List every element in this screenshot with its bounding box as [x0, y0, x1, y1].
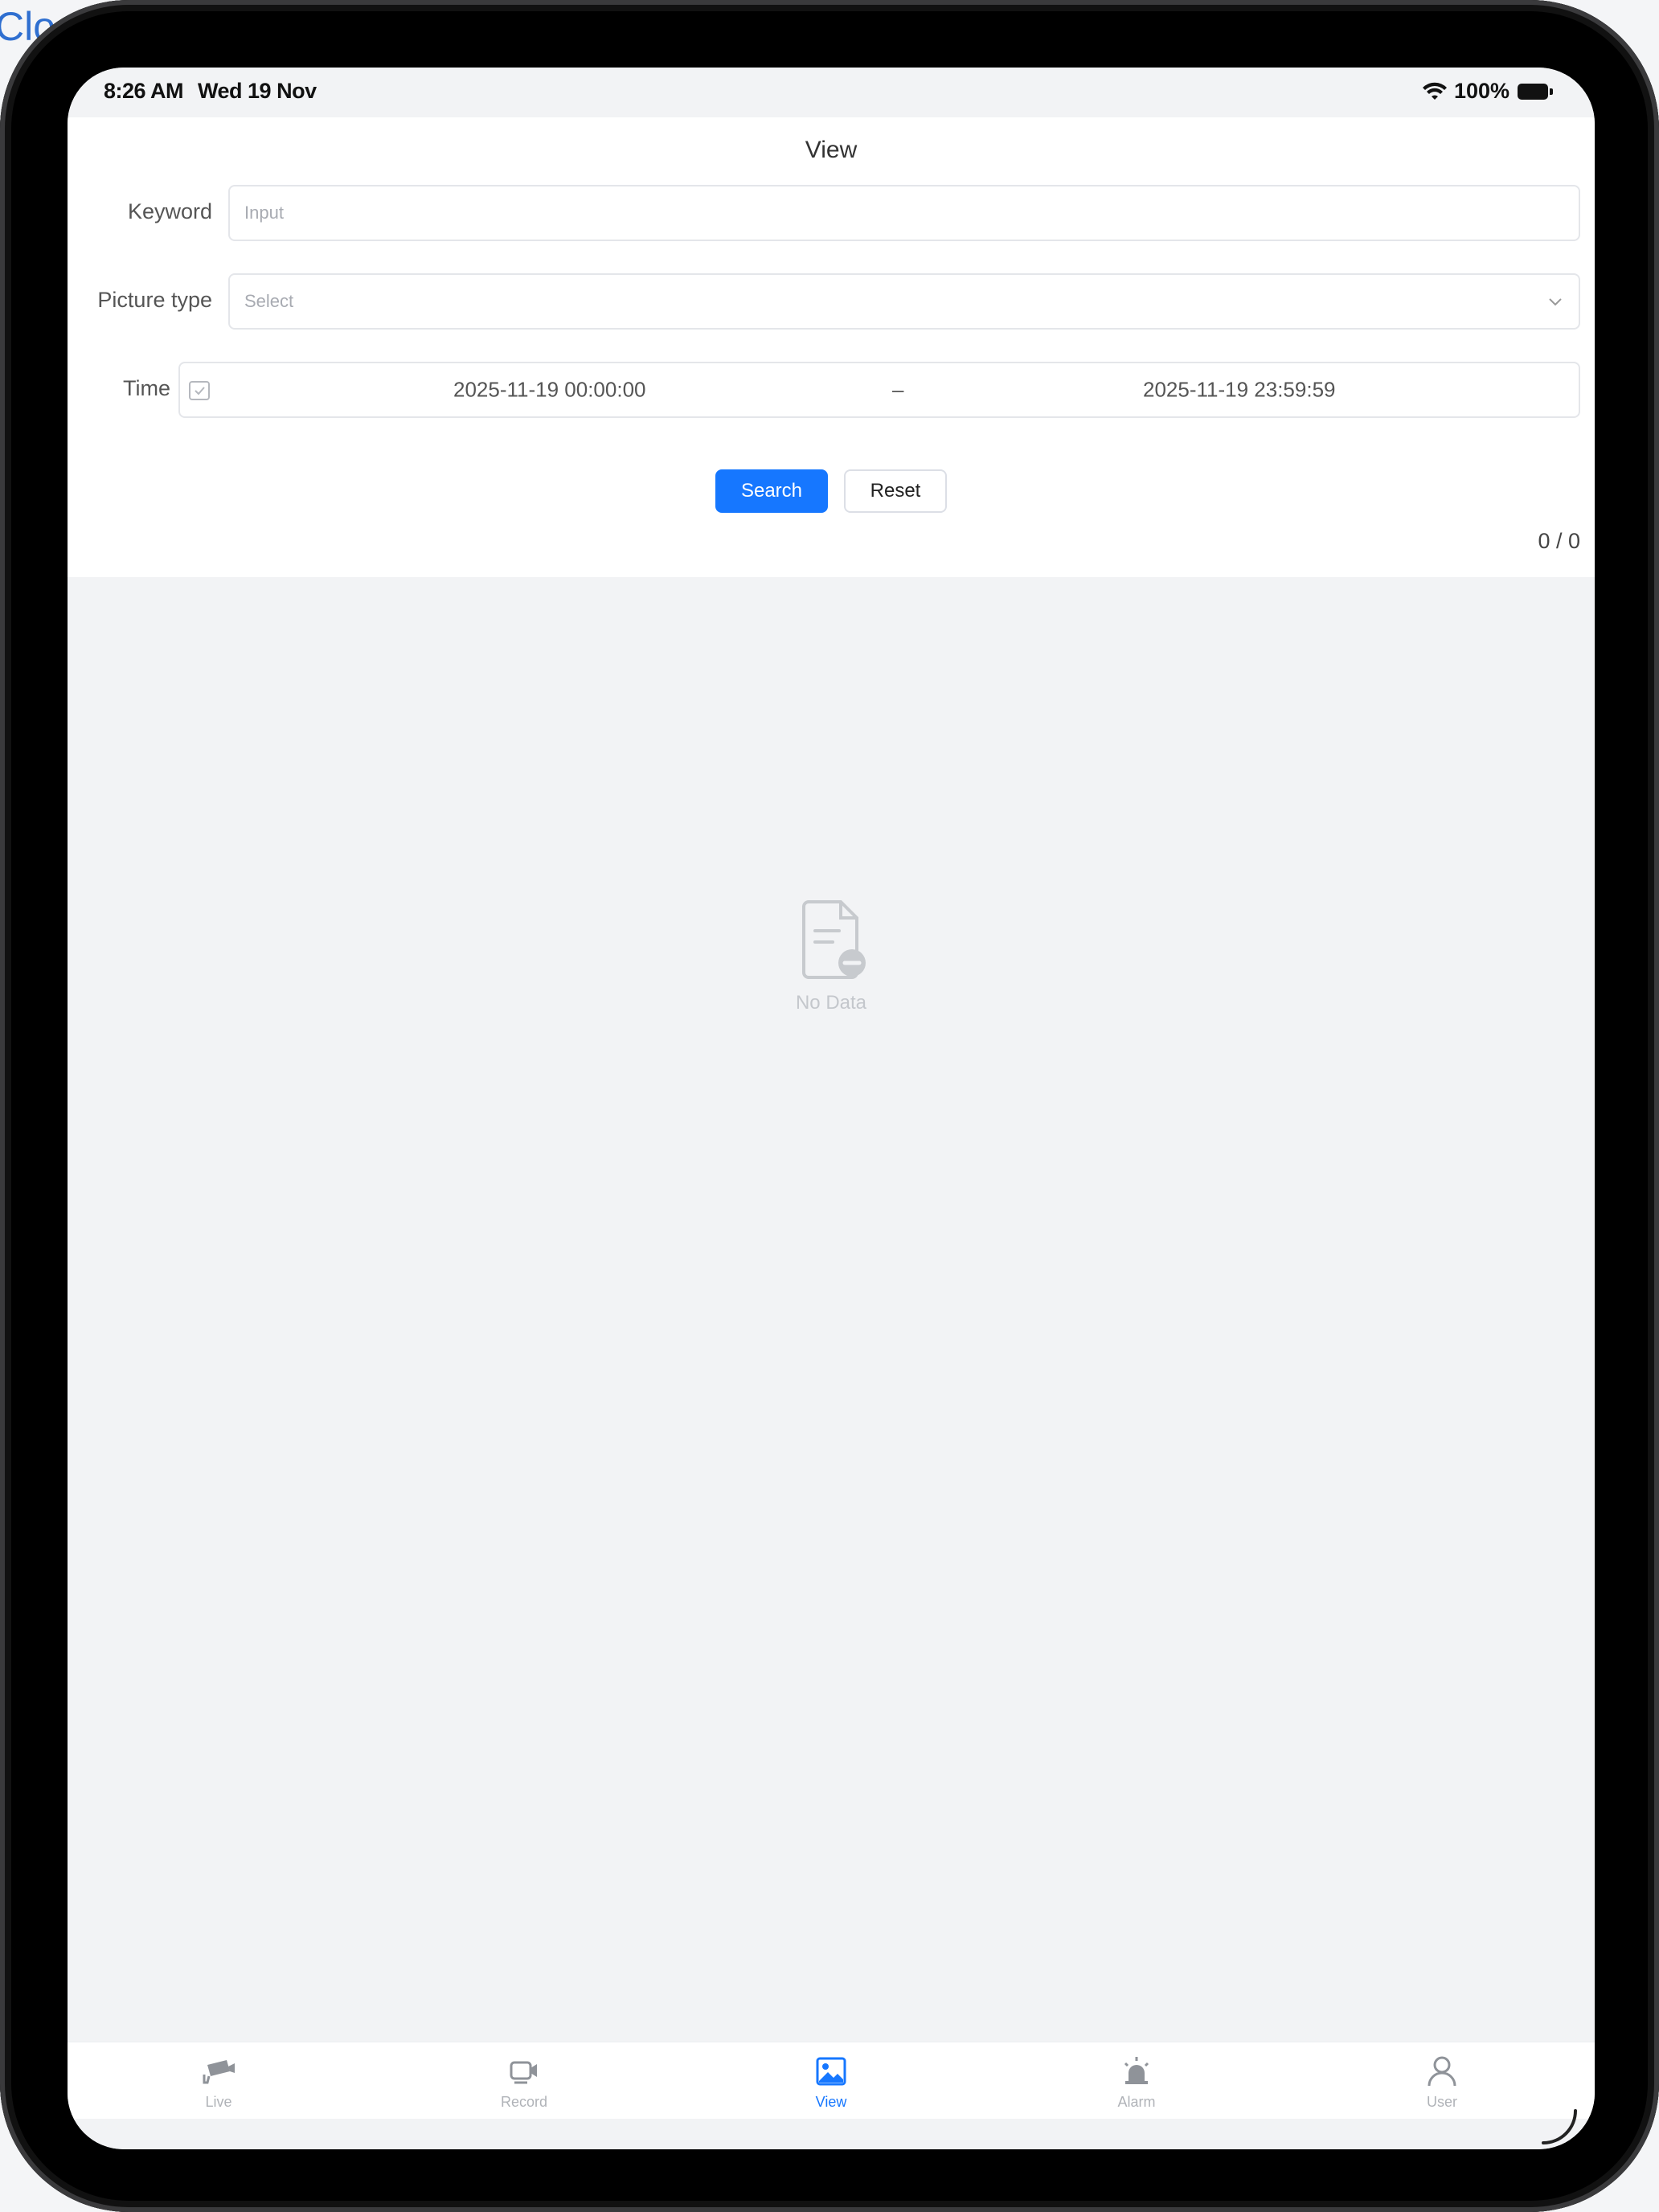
ipad-frame: 8:26 AM Wed 19 Nov 100% View Keyword Inp… — [0, 0, 1659, 2212]
user-icon — [1428, 2056, 1456, 2087]
tab-user-label: User — [1426, 2094, 1457, 2110]
tab-user[interactable]: User — [1362, 2042, 1522, 2120]
empty-state: No Data — [68, 895, 1595, 1014]
video-record-icon — [510, 2061, 537, 2084]
time-end[interactable]: 2025-11-19 23:59:59 — [1143, 378, 1336, 403]
siren-icon — [1124, 2057, 1149, 2084]
keyword-placeholder: Input — [244, 203, 284, 223]
resize-handle-icon[interactable] — [1538, 2106, 1580, 2148]
tab-record-label: Record — [500, 2094, 548, 2110]
wifi-icon — [1422, 82, 1447, 100]
chevron-down-icon — [1549, 298, 1562, 306]
empty-state-text: No Data — [795, 992, 867, 1014]
time-range-picker[interactable]: 2025-11-19 00:00:00 – 2025-11-19 23:59:5… — [178, 362, 1580, 418]
home-indicator-area — [68, 2119, 1595, 2149]
time-label: Time — [123, 376, 170, 400]
page-title: View — [805, 137, 858, 163]
reset-button[interactable]: Reset — [844, 469, 947, 513]
picture-type-label: Picture type — [97, 288, 212, 312]
status-date: Wed 19 Nov — [198, 79, 317, 103]
tab-live-label: Live — [205, 2094, 232, 2110]
screenshot-stage: Clo 8:26 AM Wed 19 Nov 100% View Keyword… — [0, 0, 1659, 2212]
tab-alarm-label: Alarm — [1117, 2094, 1156, 2110]
document-empty-icon — [802, 900, 866, 979]
time-start[interactable]: 2025-11-19 00:00:00 — [453, 378, 646, 403]
pagination-counter: 0 / 0 — [1538, 529, 1580, 553]
status-indicators: 100% — [1422, 79, 1553, 104]
tab-view-label: View — [815, 2094, 847, 2110]
app-screen: 8:26 AM Wed 19 Nov 100% View Keyword Inp… — [68, 68, 1595, 2149]
status-time: 8:26 AM Wed 19 Nov — [104, 79, 317, 104]
filter-panel: View Keyword Input Picture type Select T… — [68, 117, 1595, 577]
picture-type-select[interactable]: Select — [228, 273, 1580, 330]
battery-icon — [1518, 83, 1553, 100]
battery-percent: 100% — [1453, 79, 1509, 103]
time-separator: – — [892, 377, 904, 402]
status-clock: 8:26 AM — [104, 79, 184, 103]
search-button[interactable]: Search — [715, 469, 828, 513]
camera-icon — [203, 2060, 235, 2084]
tab-view[interactable]: View — [751, 2042, 911, 2120]
image-icon — [816, 2057, 846, 2086]
keyword-label: Keyword — [127, 199, 212, 223]
calendar-check-icon[interactable] — [188, 379, 211, 401]
tab-live[interactable]: Live — [138, 2042, 299, 2120]
tab-bar: Live Record View Alarm User — [68, 2042, 1595, 2120]
tab-record[interactable]: Record — [444, 2042, 604, 2120]
picture-type-placeholder: Select — [244, 291, 294, 311]
tab-alarm[interactable]: Alarm — [1056, 2042, 1217, 2120]
status-bar: 8:26 AM Wed 19 Nov 100% — [68, 68, 1595, 117]
keyword-input[interactable]: Input — [228, 185, 1580, 241]
